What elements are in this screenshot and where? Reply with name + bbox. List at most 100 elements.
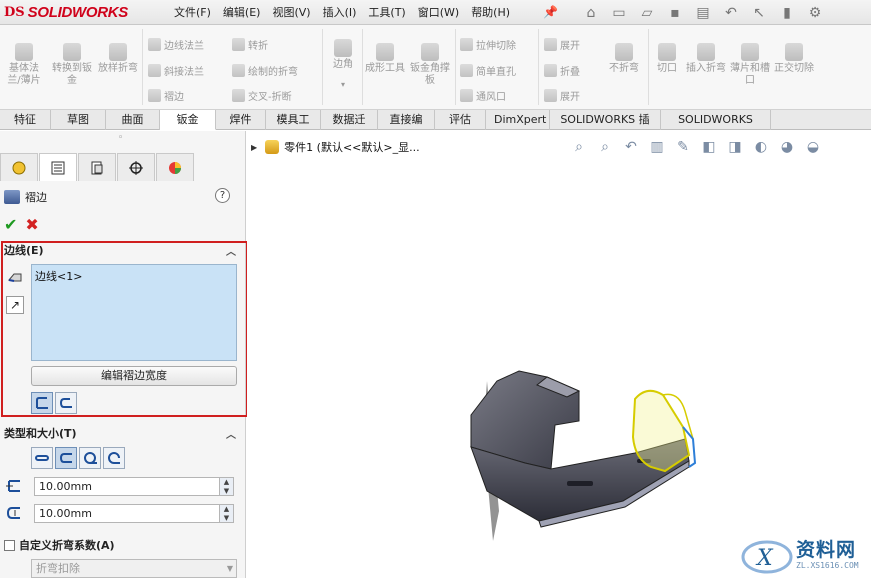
tab-direct-editing[interactable]: 直接编辑 <box>378 110 435 145</box>
menu-edit[interactable]: 编辑(E) <box>217 0 267 25</box>
tab-mold-tools[interactable]: 模具工具 <box>266 110 321 145</box>
edit-appearance-icon[interactable]: ◕ <box>777 137 797 157</box>
forming-tool-icon <box>376 43 394 61</box>
solidworks-logo[interactable]: DS SOLIDWORKS <box>4 2 148 23</box>
menu-window[interactable]: 窗口(W) <box>412 0 465 25</box>
lofted-bend-button[interactable]: 放样折弯 <box>98 43 138 75</box>
menu-bar: 文件(F) 编辑(E) 视图(V) 插入(I) 工具(T) 窗口(W) 帮助(H… <box>168 0 516 25</box>
material-inside-button[interactable] <box>31 392 53 414</box>
fold-button[interactable]: 折叠 <box>544 62 580 78</box>
select-arrow-icon[interactable]: ↖ <box>746 2 772 23</box>
forming-tool-button[interactable]: 成形工具 <box>365 43 405 75</box>
gusset-button[interactable]: 钣金角撑板 <box>410 43 450 87</box>
tab-features[interactable]: 特征 <box>0 110 51 130</box>
dynamic-annotation-icon[interactable]: ✎ <box>673 137 693 157</box>
cross-break-button[interactable]: 交叉-折断 <box>232 87 292 103</box>
edge-list-item[interactable]: 边线<1> <box>35 268 233 284</box>
feature-tree-flyout[interactable]: ▶ 零件1 (默认<<默认>_显... <box>251 139 420 155</box>
length-input[interactable]: 10.00mm <box>34 476 220 496</box>
options-icon[interactable]: ⚙ <box>802 2 828 23</box>
undo-icon[interactable]: ↶ <box>718 2 744 23</box>
tab-dimxpert[interactable]: DimXpert <box>486 110 550 130</box>
menu-view[interactable]: 视图(V) <box>266 0 316 25</box>
closed-hem-button[interactable] <box>31 447 53 469</box>
save-icon[interactable]: ▪ <box>662 2 688 23</box>
view-orientation-icon[interactable]: ◧ <box>699 137 719 157</box>
crosshair-icon <box>129 160 143 175</box>
menu-help[interactable]: 帮助(H) <box>465 0 516 25</box>
ok-checkmark-icon[interactable]: ✔ <box>4 215 17 234</box>
gap-stepper[interactable]: ▲ ▼ <box>220 503 234 523</box>
convert-to-sheetmetal-button[interactable]: 转换到钣金 <box>52 43 92 87</box>
feature-manager-tab[interactable] <box>0 153 38 181</box>
display-style-icon[interactable]: ◨ <box>725 137 745 157</box>
zoom-to-area-icon[interactable]: ⌕ <box>595 137 615 157</box>
property-manager-tab[interactable] <box>39 153 77 181</box>
corners-button[interactable]: 边角 ▾ <box>326 39 360 91</box>
gap-distance-input[interactable]: 10.00mm <box>34 503 220 523</box>
edges-selection-box[interactable]: 边线<1> <box>31 264 237 361</box>
edit-hem-width-button[interactable]: 编辑褶边宽度 <box>31 366 237 386</box>
home-icon[interactable]: ⌂ <box>578 2 604 23</box>
base-flange-button[interactable]: 基体法兰/薄片 <box>4 43 44 87</box>
open-folder-icon[interactable]: ▱ <box>634 2 660 23</box>
tab-evaluate[interactable]: 评估 <box>435 110 486 130</box>
tab-surfaces[interactable]: 曲面 <box>106 110 160 130</box>
edge-flange-button[interactable]: 边线法兰 <box>148 36 204 52</box>
tab-sketch[interactable]: 草图 <box>51 110 106 130</box>
sketched-bend-button[interactable]: 绘制的折弯 <box>232 62 298 78</box>
rebuild-icon[interactable]: ▮ <box>774 2 800 23</box>
menu-file[interactable]: 文件(F) <box>168 0 217 25</box>
expand-arrow-icon[interactable]: ▶ <box>251 143 257 152</box>
configuration-manager-tab[interactable] <box>78 153 116 181</box>
tab-sheet-metal[interactable]: 钣金 <box>160 110 216 130</box>
insert-bends-button[interactable]: 插入折弯 <box>686 43 726 75</box>
tab-data-migration[interactable]: 数据迁移 <box>321 110 378 145</box>
bend-outside-button[interactable] <box>55 392 77 414</box>
help-icon[interactable]: ? <box>215 188 230 203</box>
sheet-metal-part-model[interactable] <box>427 351 727 551</box>
hide-show-items-icon[interactable]: ◐ <box>751 137 771 157</box>
reverse-direction-icon[interactable]: ↗ <box>6 296 24 314</box>
flatten-label: 展开 <box>560 91 580 103</box>
zoom-to-fit-icon[interactable]: ⌕ <box>569 137 589 157</box>
normal-cut-button[interactable]: 正交切除 <box>774 43 814 75</box>
vent-button[interactable]: 通风口 <box>460 87 506 103</box>
rolled-hem-button[interactable] <box>103 447 125 469</box>
open-hem-button[interactable] <box>55 447 77 469</box>
unfold-button[interactable]: 展开 <box>544 36 580 52</box>
apply-scene-icon[interactable]: ◒ <box>803 137 823 157</box>
graphics-viewport[interactable]: ▶ 零件1 (默认<<默认>_显... ⌕ ⌕ ↶ ▥ ✎ ◧ ◨ ◐ ◕ ◒ <box>247 131 871 578</box>
tab-and-slot-button[interactable]: 薄片和槽口 <box>730 43 770 87</box>
tab-solidworks-mbd[interactable]: SOLIDWORKS MBD <box>661 110 771 145</box>
dimxpert-manager-tab[interactable] <box>117 153 155 181</box>
tab-solidworks-addins[interactable]: SOLIDWORKS 插件 <box>550 110 661 145</box>
menu-tools[interactable]: 工具(T) <box>362 0 411 25</box>
flatten-button[interactable]: 展开 <box>544 87 580 103</box>
length-stepper[interactable]: ▲ ▼ <box>220 476 234 496</box>
pin-icon[interactable]: 📌 <box>543 5 558 19</box>
miter-flange-button[interactable]: 斜接法兰 <box>148 62 204 78</box>
corners-dropdown-icon[interactable]: ▾ <box>326 79 360 91</box>
cancel-x-icon[interactable]: ✖ <box>25 215 38 234</box>
print-icon[interactable]: ▤ <box>690 2 716 23</box>
chevron-up-icon[interactable]: ︿ <box>226 426 236 441</box>
extruded-cut-button[interactable]: 拉伸切除 <box>460 36 516 52</box>
bend-allowance-select[interactable]: 折弯扣除 ▼ <box>31 559 237 578</box>
rip-button[interactable]: 切口 <box>650 43 684 75</box>
hem-button[interactable]: 褶边 <box>148 87 184 103</box>
display-manager-tab[interactable] <box>156 153 194 181</box>
tear-drop-hem-button[interactable] <box>79 447 101 469</box>
custom-bend-allowance-row[interactable]: 自定义折弯系数(A) <box>4 537 115 553</box>
menu-insert[interactable]: 插入(I) <box>317 0 363 25</box>
new-document-icon[interactable]: ▭ <box>606 2 632 23</box>
jog-button[interactable]: 转折 <box>232 36 268 52</box>
tab-weldments[interactable]: 焊件 <box>216 110 266 130</box>
previous-view-icon[interactable]: ↶ <box>621 137 641 157</box>
panel-collapse-handle[interactable]: ◦ <box>118 133 123 143</box>
section-view-icon[interactable]: ▥ <box>647 137 667 157</box>
no-bends-button[interactable]: 不折弯 <box>604 43 644 75</box>
custom-bend-allowance-checkbox[interactable] <box>4 539 15 551</box>
type-size-section-header[interactable]: 类型和大小(T) ︿ <box>4 425 240 441</box>
simple-hole-button[interactable]: 简单直孔 <box>460 62 516 78</box>
